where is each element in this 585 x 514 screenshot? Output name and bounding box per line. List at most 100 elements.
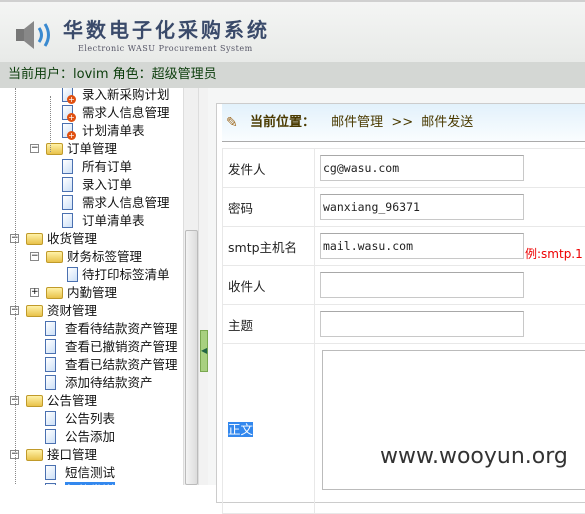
page-icon: [62, 213, 73, 228]
tree-item-label: 订单清单表: [82, 213, 145, 228]
folder-icon: [26, 395, 43, 407]
tree-item[interactable]: − 接口管理: [0, 446, 183, 464]
scrollbar-thumb[interactable]: [185, 230, 198, 485]
tree-item[interactable]: − 公告管理: [0, 392, 183, 410]
recipient-input[interactable]: [320, 272, 524, 298]
tree-guide-line: [15, 318, 16, 485]
tree-item[interactable]: 公告列表: [0, 410, 183, 428]
tree-item[interactable]: − 订单管理: [0, 140, 183, 158]
page-icon: [45, 429, 56, 444]
tree-item-label: 所有订单: [82, 159, 133, 174]
tree-item[interactable]: + 需求人信息管理: [0, 104, 183, 122]
tree-item-label: 公告添加: [65, 429, 116, 444]
tree-item[interactable]: 公告添加: [0, 428, 183, 446]
nav-tree: + 录入新采购计划 + 需求人信息管理 + 计划清单表 − 订单管理 所有订单 录入订单 需求人信息…: [0, 88, 183, 485]
tree-item-label: 公告列表: [65, 411, 116, 426]
recipient-label: 收件人: [222, 265, 315, 305]
splitter[interactable]: ◀: [198, 88, 208, 485]
page-icon: [45, 339, 56, 354]
tree-item-label: 待打印标签清单: [82, 267, 170, 282]
sender-label: 发件人: [222, 148, 315, 188]
breadcrumb-path: 邮件管理: [331, 115, 384, 130]
page-icon: [45, 321, 56, 336]
folder-icon: [26, 305, 43, 317]
subject-input[interactable]: [320, 311, 524, 337]
page-icon: [67, 267, 78, 282]
tree-item-label: 订单管理: [67, 141, 118, 156]
collapse-sidebar-button[interactable]: ◀: [200, 330, 208, 372]
signpost-icon: ✎: [226, 115, 238, 131]
tree-item-label: 公告管理: [47, 393, 98, 408]
add-badge-icon: +: [67, 131, 76, 140]
password-input[interactable]: wanxiang_96371: [320, 194, 524, 220]
tree-item[interactable]: + 录入新采购计划: [0, 88, 183, 104]
collapse-icon[interactable]: −: [30, 144, 39, 153]
folder-icon: [46, 143, 63, 155]
tree-item-label: 短信测试: [65, 465, 116, 480]
breadcrumb-sep: >>: [391, 115, 414, 130]
smtp-hint: 例:smtp.1: [525, 247, 583, 261]
tree-item[interactable]: − 资财管理: [0, 302, 183, 320]
smtp-input[interactable]: mail.wasu.com: [320, 233, 524, 259]
subject-label: 主题: [222, 304, 315, 344]
password-label: 密码: [222, 187, 315, 227]
folder-icon: [26, 233, 43, 245]
header: 华数电子化采购系统 Electronic WASU Procurement Sy…: [0, 0, 585, 62]
breadcrumb: ✎ 当前位置： 邮件管理 >> 邮件发送: [222, 104, 585, 142]
tree-item-label: 录入新采购计划: [82, 88, 170, 102]
collapse-icon[interactable]: −: [30, 252, 39, 261]
tree-item-label: 添加待结款资产: [65, 375, 153, 390]
tree-item[interactable]: − 财务标签管理: [0, 248, 183, 266]
tree-item-label: 录入订单: [82, 177, 133, 192]
folder-icon: [46, 287, 63, 299]
mail-panel: ✎ 当前位置： 邮件管理 >> 邮件发送 发件人 cg@wasu.com 密码 wa…: [216, 103, 585, 514]
tree-item[interactable]: 查看已结款资产管理: [0, 356, 183, 374]
body-textarea[interactable]: [322, 350, 585, 490]
tree-item[interactable]: 待打印标签清单: [0, 266, 183, 284]
tree-item-label: 查看待结款资产管理: [65, 321, 178, 336]
breadcrumb-label: 当前位置：: [250, 115, 316, 130]
tree-item[interactable]: + 内勤管理: [0, 284, 183, 302]
user-info-bar: 当前用户：lovim 角色：超级管理员: [0, 62, 585, 88]
tree-item-label: 财务标签管理: [67, 249, 143, 264]
page-icon: [62, 195, 73, 210]
tree-guide-line: [50, 96, 51, 152]
sidebar-scrollbar[interactable]: [183, 88, 198, 485]
speaker-logo-icon: [16, 21, 50, 49]
folder-icon: [26, 449, 43, 461]
app-title: 华数电子化采购系统: [63, 18, 270, 42]
tree-guide-line: [15, 88, 16, 348]
body-label: 正文: [228, 422, 254, 437]
sender-input[interactable]: cg@wasu.com: [320, 155, 524, 181]
tree-item[interactable]: 需求人信息管理: [0, 194, 183, 212]
main-content: ✎ 当前位置： 邮件管理 >> 邮件发送 发件人 cg@wasu.com 密码 wa…: [208, 88, 585, 514]
expand-icon[interactable]: +: [30, 288, 39, 297]
tree-item-label: 需求人信息管理: [82, 105, 170, 120]
breadcrumb-current: 邮件发送: [421, 115, 474, 130]
tree-item-label: 资财管理: [47, 303, 98, 318]
tree-item[interactable]: 所有订单: [0, 158, 183, 176]
tree-item-label: 内勤管理: [67, 285, 118, 300]
tree-item[interactable]: 短信测试: [0, 464, 183, 482]
add-badge-icon: +: [67, 113, 76, 122]
tree-item-label: 计划清单表: [82, 123, 145, 138]
tree-item[interactable]: 查看已撤销资产管理: [0, 338, 183, 356]
tree-item-label: 查看已撤销资产管理: [65, 339, 178, 354]
page-icon: [45, 465, 56, 480]
tree-item[interactable]: 查看待结款资产管理: [0, 320, 183, 338]
tree-item[interactable]: 订单清单表: [0, 212, 183, 230]
page-icon: [45, 357, 56, 372]
tree-item-label: 接口管理: [47, 447, 98, 462]
tree-item[interactable]: − 收货管理: [0, 230, 183, 248]
smtp-label: smtp主机名: [222, 226, 315, 266]
tree-item[interactable]: 添加待结款资产: [0, 374, 183, 392]
watermark: www.wooyun.org: [380, 444, 568, 469]
tree-item[interactable]: 录入订单: [0, 176, 183, 194]
tree-item-label: 收货管理: [47, 231, 98, 246]
page-icon: [62, 159, 73, 174]
tree-item[interactable]: + 计划清单表: [0, 122, 183, 140]
page-icon: [45, 411, 56, 426]
page-icon: [62, 177, 73, 192]
app-subtitle: Electronic WASU Procurement System: [78, 44, 253, 53]
add-badge-icon: +: [67, 95, 76, 104]
